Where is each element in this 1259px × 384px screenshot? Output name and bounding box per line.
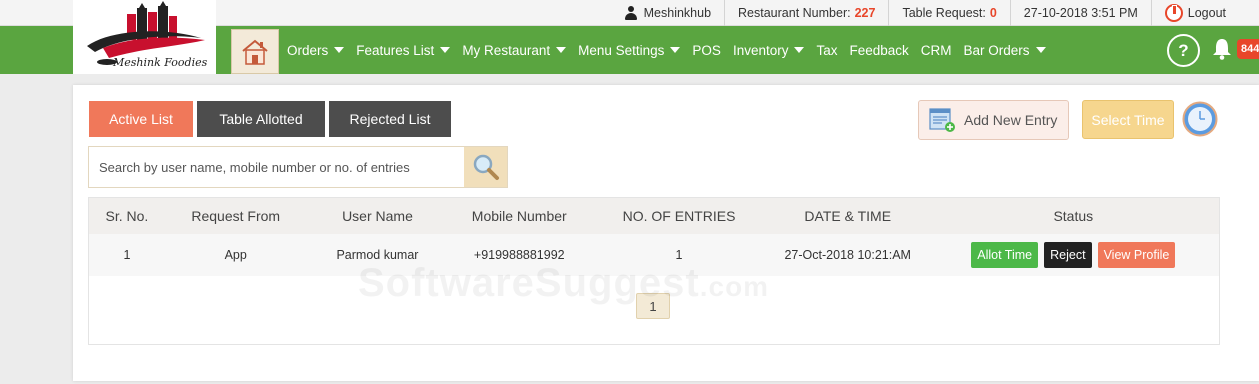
caret-down-icon — [1035, 47, 1046, 53]
nav-item-orders[interactable]: Orders — [283, 43, 352, 58]
pagination-page[interactable]: 1 — [636, 293, 670, 319]
list-tabs: Active List Table Allotted Rejected List — [89, 101, 455, 137]
tab-table-allotted[interactable]: Table Allotted — [197, 101, 325, 137]
datetime-text: 27-10-2018 3:51 PM — [1023, 6, 1138, 20]
nav-item-label: POS — [692, 42, 721, 58]
logout-link[interactable]: Logout — [1150, 0, 1239, 26]
caret-down-icon — [670, 47, 681, 53]
column-header: DATE & TIME — [804, 208, 892, 224]
main-panel: Active List Table Allotted Rejected List… — [73, 85, 1259, 381]
search-button[interactable] — [464, 147, 507, 187]
nav-item-inventory[interactable]: Inventory — [729, 43, 813, 58]
notification-badge[interactable]: 844 — [1237, 39, 1259, 59]
table-header-row: Sr. No. Request From User Name Mobile Numbe… — [89, 198, 1219, 234]
logout-label: Logout — [1187, 6, 1226, 20]
caret-down-icon — [794, 47, 805, 53]
reject-button[interactable]: Reject — [1044, 242, 1092, 268]
allot-time-button[interactable]: Allot Time — [971, 242, 1039, 268]
nav-item-pos[interactable]: POS — [688, 43, 729, 58]
user-name-cell: Parmod kumar — [336, 248, 419, 262]
brand-logo-graphic: Meshink Foodies — [87, 1, 208, 69]
request-from-cell: App — [224, 248, 247, 262]
brand-logo[interactable]: Meshink Foodies — [73, 0, 216, 74]
nav-item-label: Feedback — [849, 42, 909, 58]
sr-no-cell: 1 — [123, 248, 131, 262]
column-header: Request From — [191, 208, 281, 224]
user-info[interactable]: Meshinkhub — [612, 0, 724, 26]
tab-active-list[interactable]: Active List — [89, 101, 193, 137]
add-new-entry-button[interactable]: Add New Entry — [918, 100, 1069, 140]
nav-item-label: CRM — [920, 42, 952, 58]
restaurant-number-value: 227 — [854, 6, 876, 20]
tab-rejected-list[interactable]: Rejected List — [329, 101, 451, 137]
column-header: Mobile Number — [471, 208, 567, 224]
column-header: Status — [1053, 208, 1094, 224]
clock-icon[interactable] — [1182, 101, 1218, 137]
magnifier-icon — [473, 154, 499, 180]
caret-down-icon — [556, 47, 567, 53]
add-document-icon — [929, 108, 955, 132]
table-request[interactable]: Table Request: 0 — [888, 0, 1009, 26]
datetime-cell: 27-Oct-2018 10:21:AM — [784, 248, 911, 262]
nav-item-tax[interactable]: Tax — [812, 43, 845, 58]
current-datetime: 27-10-2018 3:51 PM — [1009, 0, 1151, 26]
user-icon — [624, 6, 637, 20]
requests-table-container: Sr. No. Request From User Name Mobile Numbe… — [88, 197, 1220, 345]
entries-cell: 1 — [675, 248, 683, 262]
home-icon — [242, 39, 268, 65]
search-box — [88, 146, 508, 188]
caret-down-icon — [440, 47, 451, 53]
nav-item-label: My Restaurant — [462, 42, 551, 58]
nav-item-feedback[interactable]: Feedback — [845, 43, 916, 58]
notification-bell-icon[interactable] — [1212, 38, 1232, 60]
notification-count: 844 — [1241, 43, 1259, 55]
view-profile-button[interactable]: View Profile — [1097, 242, 1176, 268]
table-row: 1 App Parmod kumar +919988881992 1 27-Oct-201… — [89, 234, 1219, 276]
restaurant-number: Restaurant Number: 227 — [724, 0, 888, 26]
caret-down-icon — [334, 47, 345, 53]
table-request-count: 0 — [989, 6, 997, 20]
column-header: User Name — [342, 208, 413, 224]
nav-item-label: Tax — [816, 42, 838, 58]
nav-item-features-list[interactable]: Features List — [352, 43, 458, 58]
add-new-entry-label: Add New Entry — [964, 112, 1058, 128]
requests-table: Sr. No. Request From User Name Mobile Numbe… — [89, 198, 1219, 276]
user-name: Meshinkhub — [643, 6, 712, 20]
search-input[interactable] — [89, 147, 465, 187]
home-button[interactable] — [231, 29, 279, 74]
nav-item-label: Inventory — [732, 42, 789, 58]
column-header: NO. OF ENTRIES — [622, 208, 736, 224]
nav-item-crm[interactable]: CRM — [917, 43, 960, 58]
nav-item-label: Orders — [287, 42, 329, 58]
table-request-label: Table Request: — [902, 6, 986, 20]
nav-item-label: Features List — [356, 42, 435, 58]
select-time-button[interactable]: Select Time — [1082, 100, 1174, 139]
nav-item-my-restaurant[interactable]: My Restaurant — [458, 43, 574, 58]
brand-logo-text: Meshink Foodies — [112, 56, 208, 69]
help-button[interactable]: ? — [1167, 34, 1200, 67]
nav-item-label: Bar Orders — [963, 42, 1030, 58]
column-header: Sr. No. — [105, 208, 149, 224]
status-cell: Allot Time Reject View Profile — [928, 234, 1219, 276]
nav-item-menu-settings[interactable]: Menu Settings — [574, 43, 688, 58]
mobile-number-cell: +919988881992 — [473, 248, 565, 262]
help-icon: ? — [1178, 40, 1189, 60]
nav-item-label: Menu Settings — [578, 42, 665, 58]
power-icon — [1164, 4, 1183, 22]
nav-menu: Orders Features List My Restaurant Menu Set… — [283, 26, 1054, 74]
restaurant-number-label: Restaurant Number: — [738, 6, 851, 20]
nav-item-bar-orders[interactable]: Bar Orders — [960, 43, 1054, 58]
